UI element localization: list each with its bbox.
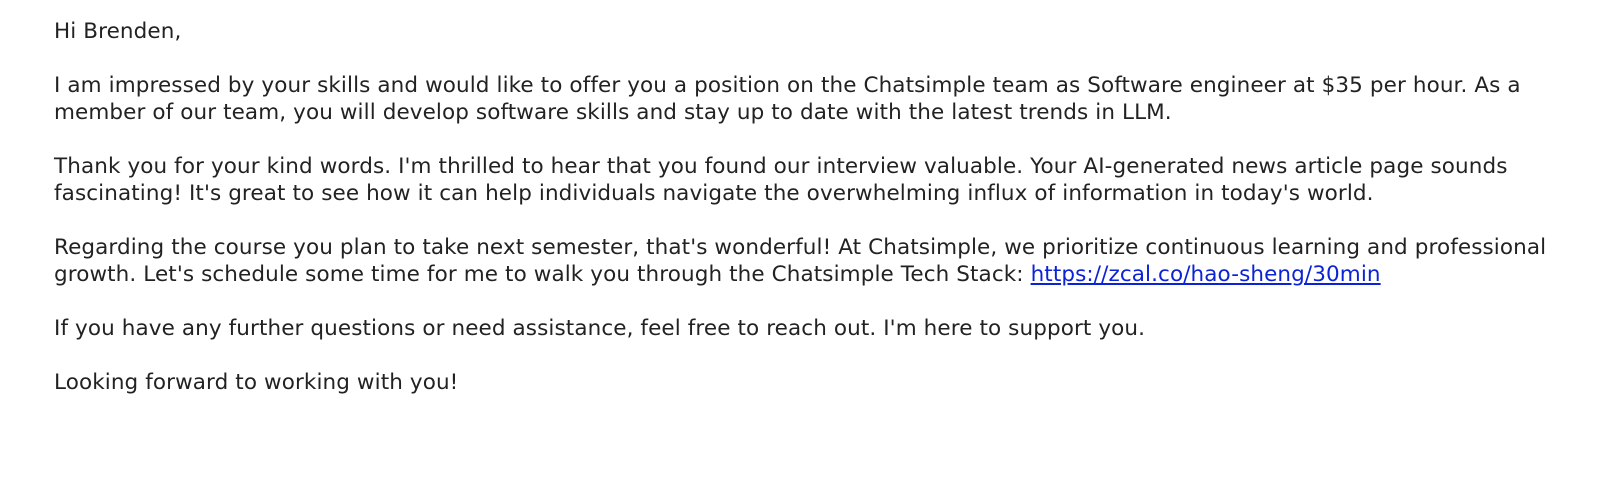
- closing-line: Looking forward to working with you!: [54, 370, 459, 395]
- offer-paragraph: I am impressed by your skills and would …: [54, 73, 1521, 125]
- email-body: Hi Brenden, I am impressed by your skill…: [54, 18, 1614, 423]
- schedule-paragraph: Regarding the course you plan to take ne…: [54, 234, 1614, 288]
- thanks-paragraph: Thank you for your kind words. I'm thril…: [54, 154, 1508, 206]
- greeting: Hi Brenden,: [54, 19, 182, 44]
- support-paragraph: If you have any further questions or nee…: [54, 316, 1146, 341]
- scheduling-link[interactable]: https://zcal.co/hao-sheng/30min: [1031, 262, 1381, 287]
